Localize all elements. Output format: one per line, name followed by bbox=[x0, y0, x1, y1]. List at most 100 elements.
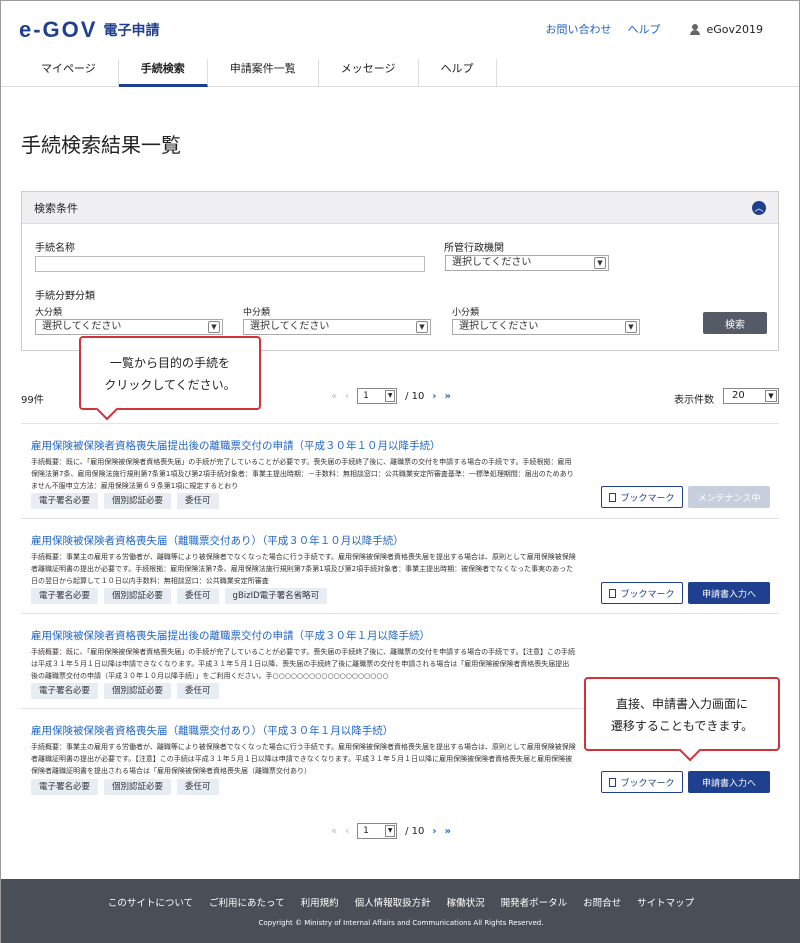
pagination-top: « ‹ 1 ▼ / 10 › » bbox=[331, 388, 451, 404]
tag-delegation: 委任可 bbox=[177, 683, 219, 699]
mid-select-value: 選択してください bbox=[250, 321, 330, 332]
egov-logo[interactable]: e-GOV 電子申請 bbox=[19, 17, 159, 43]
result-item: 雇用保険被保険者資格喪失届提出後の離職票交付の申請（平成３０年１０月以降手続） … bbox=[21, 423, 779, 518]
callout-line: 直接、申請書入力画面に bbox=[615, 697, 748, 711]
user-menu[interactable]: eGov2019 bbox=[690, 21, 763, 37]
next-page-icon[interactable]: › bbox=[432, 391, 436, 402]
apply-form-button[interactable]: 申請書入力へ bbox=[688, 771, 770, 793]
major-category-select[interactable]: 選択してください ▼ bbox=[35, 319, 223, 335]
nav-procedure-search[interactable]: 手続検索 bbox=[118, 59, 208, 87]
agency-select[interactable]: 選択してください ▼ bbox=[445, 255, 609, 271]
tag-gbizid: gBizID電子署名省略可 bbox=[224, 588, 328, 604]
last-page-icon[interactable]: » bbox=[445, 391, 451, 402]
site-footer: このサイトについて ご利用にあたって 利用規約 個人情報取扱方針 稼働状況 開発… bbox=[1, 879, 800, 943]
result-tags: 電子署名必要 個別認証必要 委任可 bbox=[31, 779, 219, 795]
result-title-link[interactable]: 雇用保険被保険者資格喪失届（離職票交付あり）（平成３０年１月以降手続） bbox=[31, 723, 393, 738]
result-description: 手続概要：事業主の雇用する労働者が、離職等により被保険者でなくなった場合に行う手… bbox=[31, 553, 576, 585]
minor-category-label: 小分類 bbox=[452, 308, 480, 318]
nav-help[interactable]: ヘルプ bbox=[419, 59, 497, 87]
footer-link-status[interactable]: 稼働状況 bbox=[447, 895, 485, 909]
first-page-icon[interactable]: « bbox=[331, 391, 337, 402]
tag-auth-required: 個別認証必要 bbox=[104, 493, 172, 509]
chevron-up-icon[interactable]: ︿ bbox=[752, 200, 766, 215]
major-category-label: 大分類 bbox=[35, 308, 63, 318]
agency-select-value: 選択してください bbox=[452, 257, 532, 268]
callout-line: 遷移することもできます。 bbox=[610, 719, 754, 733]
contact-link[interactable]: お問い合わせ bbox=[545, 21, 611, 37]
last-page-icon[interactable]: » bbox=[445, 826, 451, 837]
total-pages: / 10 bbox=[405, 825, 425, 837]
search-button[interactable]: 検索 bbox=[703, 312, 767, 334]
result-title-link[interactable]: 雇用保険被保険者資格喪失届（離職票交付あり）（平成３０年１０月以降手続） bbox=[31, 533, 404, 548]
user-icon bbox=[690, 24, 701, 35]
apply-form-button[interactable]: 申請書入力へ bbox=[688, 582, 770, 604]
procedure-name-label: 手続名称 bbox=[35, 243, 75, 254]
footer-link-contact[interactable]: お問合せ bbox=[583, 895, 621, 909]
header-links: お問い合わせ ヘルプ eGov2019 bbox=[545, 21, 763, 37]
result-tags: 電子署名必要 個別認証必要 委任可 gBizID電子署名省略可 bbox=[31, 588, 328, 604]
nav-application-list[interactable]: 申請案件一覧 bbox=[208, 59, 319, 87]
agency-label: 所管行政機関 bbox=[444, 243, 504, 254]
current-page: 1 bbox=[363, 826, 369, 836]
nav-messages[interactable]: メッセージ bbox=[319, 59, 419, 87]
result-description: 手続概要：事業主の雇用する労働者が、離職等により被保険者でなくなった場合に行う手… bbox=[31, 743, 576, 775]
total-pages: / 10 bbox=[405, 390, 425, 402]
footer-link-usage[interactable]: ご利用にあたって bbox=[209, 895, 285, 909]
bookmark-label: ブックマーク bbox=[620, 493, 675, 504]
chevron-down-icon: ▼ bbox=[594, 257, 606, 269]
category-label: 手続分野分類 bbox=[35, 291, 95, 302]
result-description: 手続概要：既に、「雇用保険被保険者資格喪失届」の手続が完了していることが必要です… bbox=[31, 648, 575, 680]
bookmark-button[interactable]: ブックマーク bbox=[601, 582, 683, 604]
chevron-down-icon: ▼ bbox=[208, 321, 220, 333]
hint-callout-direct: 直接、申請書入力画面に 遷移することもできます。 bbox=[584, 677, 780, 751]
first-page-icon[interactable]: « bbox=[331, 826, 337, 837]
logo-mark: e-GOV bbox=[19, 17, 98, 42]
prev-page-icon[interactable]: ‹ bbox=[345, 391, 349, 402]
minor-category-select[interactable]: 選択してください ▼ bbox=[452, 319, 640, 335]
tag-signature-required: 電子署名必要 bbox=[31, 588, 99, 604]
footer-link-terms[interactable]: 利用規約 bbox=[301, 895, 339, 909]
mid-category-select[interactable]: 選択してください ▼ bbox=[243, 319, 431, 335]
hint-callout-list: 一覧から目的の手続を クリックしてください。 bbox=[79, 336, 261, 410]
help-link[interactable]: ヘルプ bbox=[627, 21, 660, 37]
next-page-icon[interactable]: › bbox=[432, 826, 436, 837]
result-title-link[interactable]: 雇用保険被保険者資格喪失届提出後の離職票交付の申請（平成３０年１０月以降手続） bbox=[31, 438, 441, 453]
bookmark-label: ブックマーク bbox=[620, 589, 675, 600]
page-select[interactable]: 1 ▼ bbox=[357, 823, 398, 839]
tag-auth-required: 個別認証必要 bbox=[104, 683, 172, 699]
tag-signature-required: 電子署名必要 bbox=[31, 779, 99, 795]
page-select[interactable]: 1 ▼ bbox=[357, 388, 398, 404]
current-page: 1 bbox=[363, 391, 369, 401]
prev-page-icon[interactable]: ‹ bbox=[345, 826, 349, 837]
results-count: 99件 bbox=[21, 395, 44, 406]
chevron-down-icon: ▼ bbox=[765, 390, 777, 402]
pagination-bottom: « ‹ 1 ▼ / 10 › » bbox=[331, 823, 451, 839]
tag-signature-required: 電子署名必要 bbox=[31, 493, 99, 509]
callout-line: クリックしてください。 bbox=[104, 378, 236, 392]
bookmark-button[interactable]: ブックマーク bbox=[601, 771, 683, 793]
footer-link-developer[interactable]: 開発者ポータル bbox=[501, 895, 568, 909]
major-select-value: 選択してください bbox=[42, 321, 122, 332]
logo-text: 電子申請 bbox=[103, 23, 160, 39]
nav-mypage[interactable]: マイページ bbox=[19, 59, 119, 87]
bookmark-button[interactable]: ブックマーク bbox=[601, 486, 683, 508]
tag-auth-required: 個別認証必要 bbox=[104, 779, 172, 795]
site-header: e-GOV 電子申請 お問い合わせ ヘルプ eGov2019 bbox=[1, 1, 799, 59]
procedure-name-input[interactable] bbox=[35, 256, 425, 272]
bookmark-icon bbox=[609, 777, 617, 787]
per-page-select[interactable]: 20 ▼ bbox=[723, 388, 779, 404]
per-page-label: 表示件数 bbox=[674, 395, 714, 406]
search-panel-header[interactable]: 検索条件 ︿ bbox=[22, 192, 778, 224]
footer-link-about[interactable]: このサイトについて bbox=[108, 895, 193, 909]
result-title-link[interactable]: 雇用保険被保険者資格喪失届提出後の離職票交付の申請（平成３０年１月以降手続） bbox=[31, 628, 430, 643]
mid-category-label: 中分類 bbox=[243, 308, 271, 318]
maintenance-button: メンテナンス中 bbox=[688, 486, 770, 508]
tag-signature-required: 電子署名必要 bbox=[31, 683, 99, 699]
tag-delegation: 委任可 bbox=[177, 588, 219, 604]
tag-delegation: 委任可 bbox=[177, 493, 219, 509]
footer-link-sitemap[interactable]: サイトマップ bbox=[637, 895, 694, 909]
page-title: 手続検索結果一覧 bbox=[21, 133, 181, 157]
tag-auth-required: 個別認証必要 bbox=[104, 588, 172, 604]
search-panel-title: 検索条件 bbox=[34, 201, 78, 215]
footer-link-privacy[interactable]: 個人情報取扱方針 bbox=[355, 895, 431, 909]
